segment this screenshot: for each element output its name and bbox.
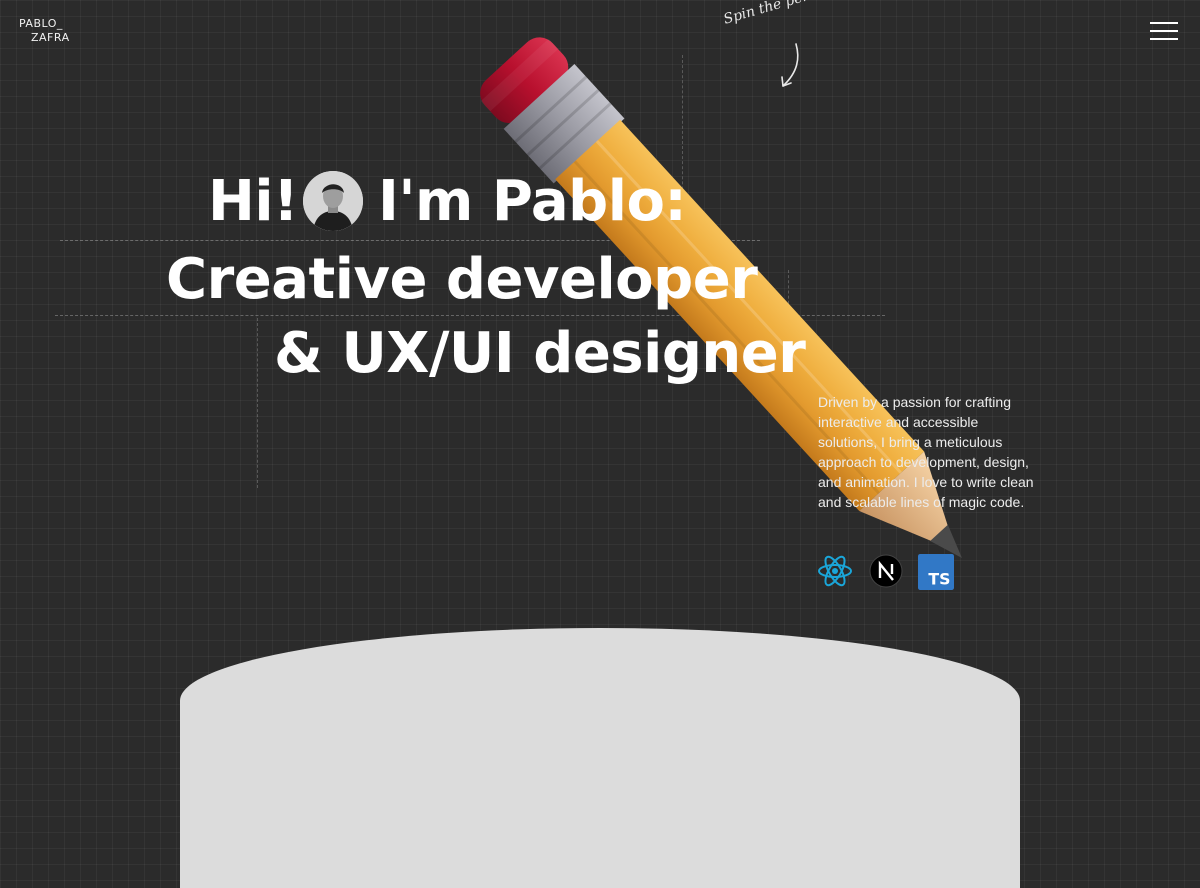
typescript-icon: TS: [918, 554, 954, 590]
typescript-label: TS: [928, 569, 950, 588]
nextjs-icon: [869, 554, 903, 588]
hero-headline-role-2: & UX/UI designer: [274, 321, 806, 386]
next-section-arc: [180, 628, 1020, 888]
hero-headline-hi: Hi!: [208, 169, 299, 234]
about-description: Driven by a passion for crafting interac…: [818, 394, 1034, 510]
hero-headline-role-1: Creative developer: [166, 247, 758, 312]
profile-avatar: [303, 171, 363, 231]
hero-headline-name: I'm Pablo:: [378, 169, 687, 234]
react-icon: [818, 555, 852, 587]
